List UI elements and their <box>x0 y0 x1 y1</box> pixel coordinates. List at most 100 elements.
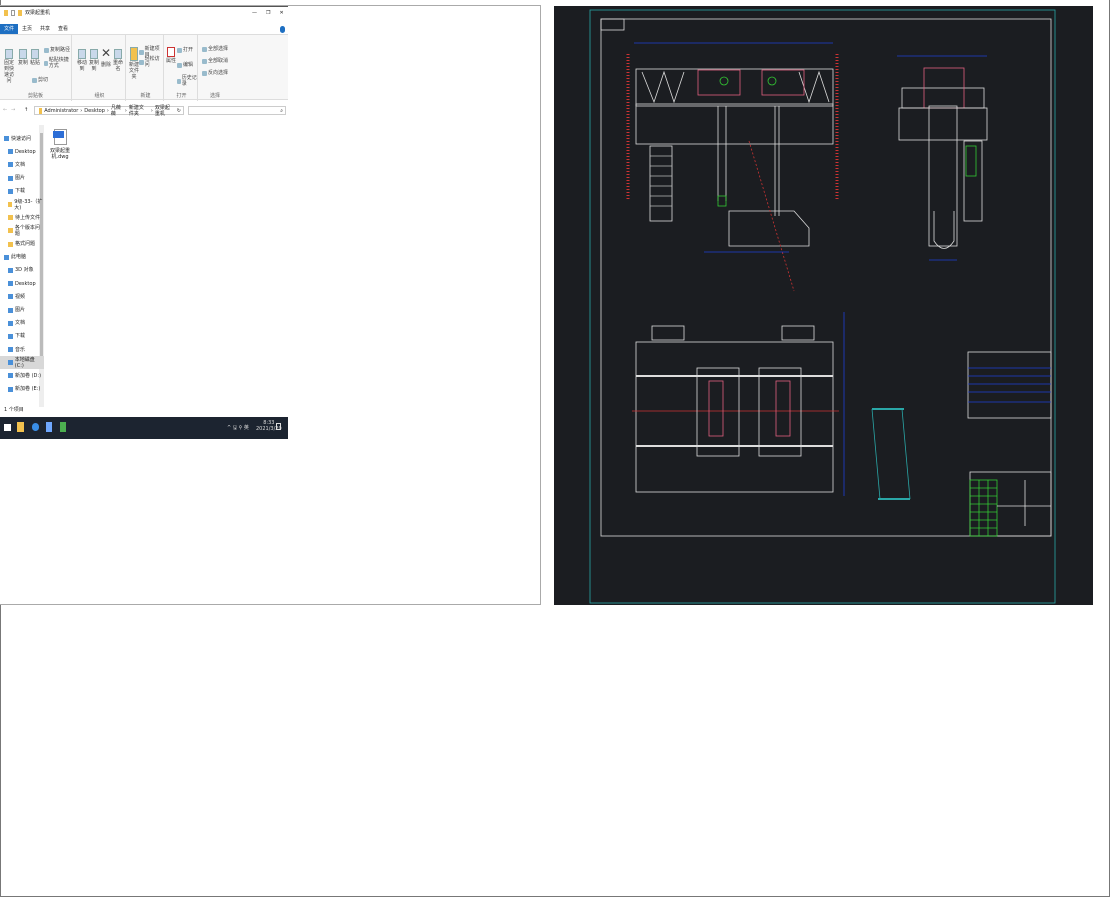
invert-selection-button[interactable]: 反向选择 <box>202 70 228 76</box>
sidebar-item[interactable]: Desktop <box>0 145 44 158</box>
sidebar-item-label: 音乐 <box>15 346 26 353</box>
paste-shortcut-button[interactable]: 粘贴快捷方式 <box>44 57 71 69</box>
system-tray[interactable]: ^ 🖫 ⚲ 英 <box>227 425 249 431</box>
sidebar-item[interactable]: 本地磁盘 (C:) <box>0 356 44 370</box>
sidebar-item[interactable]: Desktop <box>0 277 44 290</box>
explorer-taskbar-icon[interactable] <box>17 422 24 432</box>
sidebar-item[interactable]: 新加卷 (E:) <box>0 383 44 396</box>
file-item[interactable]: 双梁起重机.dwg <box>50 129 70 160</box>
desktop-icon <box>8 281 13 287</box>
sidebar-item[interactable]: 文档 <box>0 317 44 330</box>
sidebar-item[interactable]: 3D 对象 <box>0 264 44 277</box>
search-input[interactable]: ⌕ <box>188 106 286 115</box>
open-button[interactable]: 打开 <box>177 47 193 53</box>
sidebar-item-label: 文档 <box>15 320 26 327</box>
clipboard-group: 固定到快速访问 复制 粘贴 复制路径 粘贴快捷方式 剪切 剪贴板 <box>0 35 72 101</box>
sidebar-item[interactable]: 视频 <box>0 290 44 303</box>
sidebar-item[interactable]: 下载 <box>0 330 44 343</box>
download-icon <box>8 188 13 194</box>
rename-button[interactable]: 重命名 <box>112 49 124 72</box>
copy-button[interactable]: 复制 <box>18 49 28 66</box>
refresh-icon[interactable]: ↻ <box>177 108 183 114</box>
breadcrumb-item[interactable]: 凡薇薇 <box>111 105 123 117</box>
parts-table <box>967 351 1052 419</box>
up-arrow-icon[interactable]: ↑ <box>24 107 28 113</box>
properties-button[interactable]: 属性 <box>166 47 176 64</box>
address-bar[interactable]: Administrator › Desktop › 凡薇薇 › 新建文件夹 › 双梁起重… <box>34 105 184 117</box>
edit-button[interactable]: 编辑 <box>177 62 193 68</box>
sidebar-item[interactable]: 下载 <box>0 185 44 198</box>
sidebar-item-label: 3D 对象 <box>15 267 34 274</box>
sidebar-item[interactable]: 新加卷 (D:) <box>0 369 44 382</box>
back-arrow-icon[interactable]: ← <box>3 107 7 113</box>
navigation-pane: 快速访问 Desktop 文档 图片 下载 9级-33-（扩大) 待上传文件 各个版本问题 格式… <box>0 132 44 404</box>
new-item-icon <box>139 49 144 55</box>
history-button[interactable]: 历史记录 <box>177 75 197 87</box>
paste-shortcut-icon <box>44 60 48 66</box>
copy-path-button[interactable]: 复制路径 <box>44 47 70 53</box>
pin-button[interactable]: 固定到快速访问 <box>2 49 16 84</box>
select-group: 全部选择 全部取消 反向选择 选择 <box>200 35 230 101</box>
properties-icon[interactable] <box>11 10 15 16</box>
sidebar-item[interactable]: 音乐 <box>0 343 44 356</box>
notification-icon[interactable] <box>276 423 281 430</box>
paste-button[interactable]: 粘贴 <box>30 49 40 66</box>
open-group-label: 打开 <box>176 93 187 99</box>
sidebar-item[interactable]: 9级-33-（扩大) <box>0 198 44 211</box>
select-all-button[interactable]: 全部选择 <box>202 46 228 52</box>
document-icon <box>8 162 13 168</box>
sidebar-item[interactable]: 各个版本问题 <box>0 224 44 237</box>
close-button[interactable]: ✕ <box>279 10 283 16</box>
windows-start-icon[interactable] <box>4 424 11 431</box>
select-none-icon <box>202 58 207 64</box>
copy-path-icon <box>44 47 49 53</box>
window-title: 双梁起重机 <box>25 10 51 16</box>
select-none-button[interactable]: 全部取消 <box>202 58 228 64</box>
cut-button[interactable]: 剪切 <box>32 77 48 83</box>
easy-access-icon <box>139 59 144 65</box>
sidebar-item-label: 9级-33-（扩大) <box>14 198 43 211</box>
file-explorer-window: 双梁起重机 — ❐ ✕ 文件 主页 共享 查看 固定到快速访问 复制 粘贴 复制… <box>0 6 288 439</box>
forward-arrow-icon[interactable]: → <box>11 107 15 113</box>
drawing-border-outer <box>589 9 1056 604</box>
sidebar-item[interactable]: 格式问题 <box>0 238 44 251</box>
breadcrumb-item[interactable]: Administrator <box>44 108 78 114</box>
picture-icon <box>8 307 13 313</box>
sidebar-item[interactable]: 快速访问 <box>0 132 44 145</box>
corner-label-box <box>600 18 625 31</box>
breadcrumb-item[interactable]: Desktop <box>84 108 105 114</box>
sidebar-item-label: 快速访问 <box>11 135 32 142</box>
tab-file[interactable]: 文件 <box>0 24 19 34</box>
folder-icon <box>8 241 13 247</box>
help-icon[interactable] <box>280 25 285 33</box>
tab-view[interactable]: 查看 <box>54 24 72 34</box>
tab-home[interactable]: 主页 <box>18 24 36 34</box>
sidebar-item-label: 图片 <box>15 307 26 314</box>
sidebar-item[interactable]: 待上传文件 <box>0 211 44 224</box>
move-to-button[interactable]: 移动到 <box>76 49 88 72</box>
spreadsheet-taskbar-icon[interactable] <box>60 422 66 432</box>
minimize-button[interactable]: — <box>252 10 257 16</box>
picture-icon <box>8 175 13 181</box>
browser-taskbar-icon[interactable] <box>32 423 39 431</box>
maximize-button[interactable]: ❐ <box>266 10 270 16</box>
organize-group-label: 组织 <box>94 93 105 99</box>
delete-button[interactable]: ✕ 删除 <box>101 47 111 71</box>
folder-icon <box>4 10 8 16</box>
easy-access-button[interactable]: 轻松访问 <box>139 56 163 68</box>
new-folder-icon[interactable] <box>18 10 22 16</box>
copy-icon <box>19 49 27 59</box>
copy-to-button[interactable]: 复制到 <box>88 49 100 72</box>
sidebar-item-label: 新加卷 (E:) <box>15 386 41 393</box>
breadcrumb-item[interactable]: 新建文件夹 <box>129 105 149 117</box>
sidebar-item[interactable]: 此电脑 <box>0 251 44 264</box>
delete-x-icon: ✕ <box>101 46 112 60</box>
sidebar-item[interactable]: 图片 <box>0 303 44 316</box>
sidebar-item[interactable]: 文档 <box>0 158 44 171</box>
sidebar-item[interactable]: 图片 <box>0 172 44 185</box>
document-taskbar-icon[interactable] <box>46 422 52 432</box>
history-icon <box>177 78 181 84</box>
folder-icon <box>39 107 43 114</box>
breadcrumb-item[interactable]: 双梁起重机 <box>155 105 175 117</box>
tab-share[interactable]: 共享 <box>36 24 54 34</box>
